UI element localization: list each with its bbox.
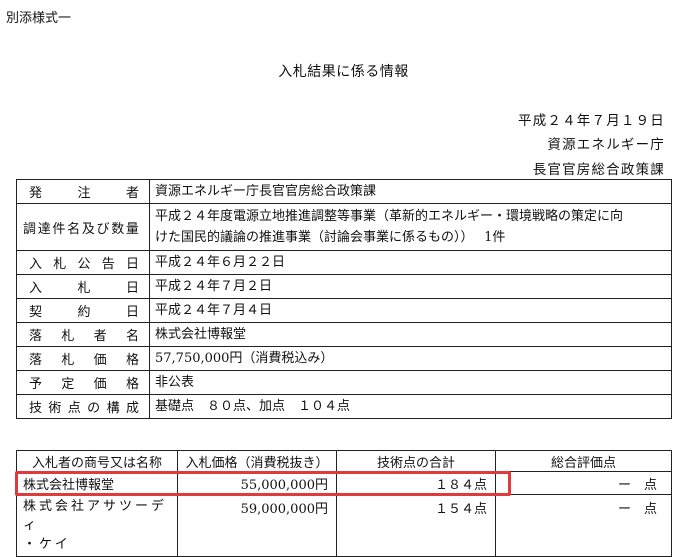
results-header-row: 入札者の商号又は名称 入札価格（消費税抜き） 技術点の合計 総合評価点 [16, 450, 672, 472]
info-value: 非公表 [149, 370, 672, 395]
document-title: 入札結果に係る情報 [278, 64, 409, 80]
issue-date: 平成２４年７月１９日 [518, 113, 665, 129]
info-row-winning-price: 落札価格 57,750,000円（消費税込み） [16, 346, 672, 371]
header-bidder-name: 入札者の商号又は名称 [16, 450, 178, 472]
info-label: 発注者 [16, 179, 150, 204]
label-chars: 技術点の構成 [29, 401, 139, 416]
technical-score: １５４点 [336, 494, 496, 557]
info-value: 株式会社博報堂 [149, 322, 672, 347]
info-row-contract-date: 契約日 平成２４年７月４日 [16, 298, 672, 323]
info-value: 57,750,000円（消費税込み） [149, 346, 672, 371]
info-label: 技術点の構成 [16, 394, 150, 419]
info-value: 基礎点 ８０点、加点 １０４点 [149, 394, 672, 419]
bid-price: 59,000,000円 [177, 494, 337, 557]
info-row-procurement-item: 調達件名及び数量 平成２４年度電源立地推進調整等事業（革新的エネルギー・環境戦略… [16, 203, 672, 251]
info-label: 入札公告日 [16, 250, 150, 275]
issuer-department: 長官官房総合政策課 [532, 162, 665, 178]
label-chars: 落札者名 [29, 329, 139, 344]
info-value: 平成２４年７月２日 [149, 274, 672, 299]
overall-score: ー 点 [495, 471, 672, 495]
header-technical-score: 技術点の合計 [336, 450, 496, 472]
bidder-name: 株式会社アサツーディ ・ケイ [16, 494, 178, 557]
info-label: 契約日 [16, 298, 150, 323]
info-value: 平成２４年６月２２日 [149, 250, 672, 275]
label-chars: 調達件名及び数量 [23, 221, 139, 237]
label-chars: 発注者 [29, 186, 139, 201]
info-row-technical-points: 技術点の構成 基礎点 ８０点、加点 １０４点 [16, 394, 672, 419]
table-row: 株式会社アサツーディ ・ケイ 59,000,000円 １５４点 ー 点 [16, 494, 672, 557]
label-chars: 契約日 [29, 305, 139, 320]
form-label: 別添様式一 [6, 11, 72, 26]
info-label: 落札価格 [16, 346, 150, 371]
info-label: 落札者名 [16, 322, 150, 347]
bid-results-table: 入札者の商号又は名称 入札価格（消費税抜き） 技術点の合計 総合評価点 株式会社… [16, 450, 672, 557]
highlight-box [15, 471, 511, 496]
info-value: 平成２４年度電源立地推進調整等事業（革新的エネルギー・環境戦略の策定に向 けた国民… [149, 203, 672, 251]
info-row-winning-bidder: 落札者名 株式会社博報堂 [16, 322, 672, 347]
info-label: 入札日 [16, 274, 150, 299]
overall-score: ー 点 [495, 494, 672, 557]
info-label: 予定価格 [16, 370, 150, 395]
info-row-orderer: 発注者 資源エネルギー庁長官官房総合政策課 [16, 179, 672, 204]
info-label: 調達件名及び数量 [16, 203, 150, 251]
issuer-agency: 資源エネルギー庁 [547, 137, 665, 153]
label-chars: 入札公告日 [29, 257, 139, 272]
label-chars: 入札日 [29, 281, 139, 296]
label-chars: 落札価格 [29, 353, 139, 368]
header-overall-score: 総合評価点 [495, 450, 672, 472]
label-chars: 予定価格 [29, 377, 139, 392]
info-value: 平成２４年７月４日 [149, 298, 672, 323]
info-row-bid-notice-date: 入札公告日 平成２４年６月２２日 [16, 250, 672, 275]
header-bid-price: 入札価格（消費税抜き） [177, 450, 337, 472]
info-row-bid-date: 入札日 平成２４年７月２日 [16, 274, 672, 299]
contract-info-table: 発注者 資源エネルギー庁長官官房総合政策課 調達件名及び数量 平成２４年度電源立… [16, 179, 672, 419]
info-value: 資源エネルギー庁長官官房総合政策課 [149, 179, 672, 204]
info-row-estimated-price: 予定価格 非公表 [16, 370, 672, 395]
